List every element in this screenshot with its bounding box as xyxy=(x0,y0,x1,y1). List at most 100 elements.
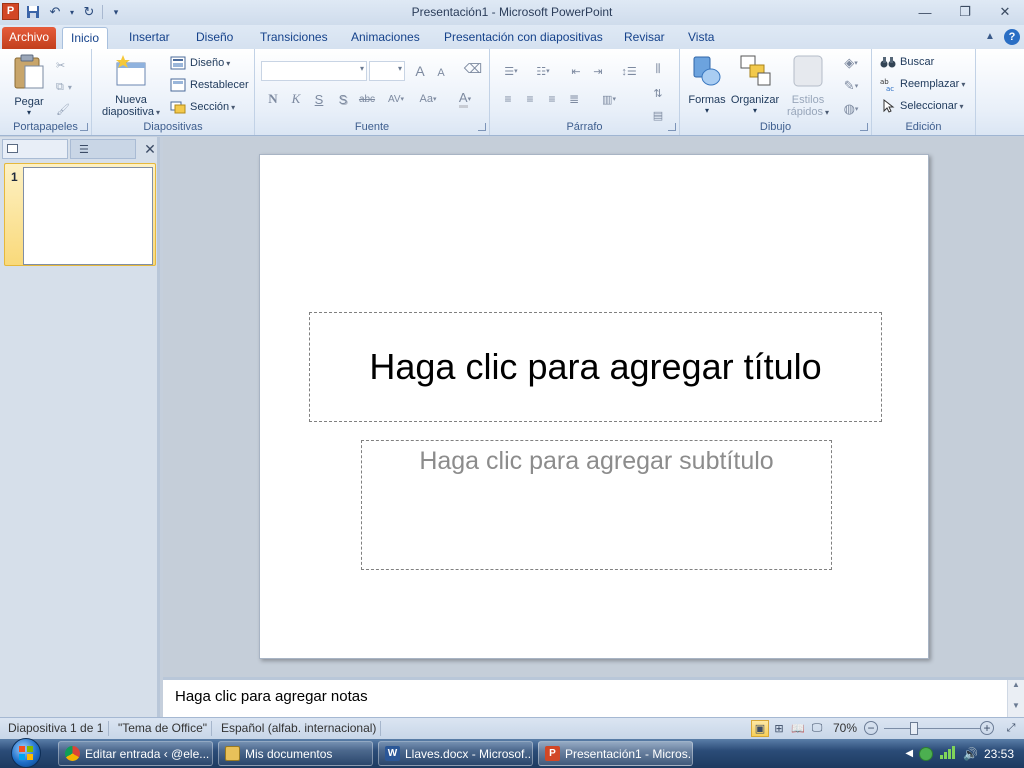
clipboard-launcher-icon[interactable] xyxy=(80,123,88,131)
tab-slideshow[interactable]: Presentación con diapositivas xyxy=(436,27,611,49)
format-painter-icon[interactable]: 🖌 xyxy=(56,99,70,119)
font-color-icon[interactable]: A ▾ xyxy=(453,89,477,109)
font-name-combo[interactable]: ▾ xyxy=(261,61,367,81)
text-shadow-icon[interactable]: S xyxy=(333,89,353,109)
font-group-label: Fuente xyxy=(354,121,390,133)
start-button[interactable] xyxy=(6,738,46,768)
taskbar-item-chrome[interactable]: Editar entrada ‹ @ele... xyxy=(58,741,213,766)
shape-effects-icon[interactable]: ◍ ▾ xyxy=(836,99,866,119)
justify-icon[interactable]: ≣ xyxy=(564,89,584,109)
cut-icon[interactable]: ✂ xyxy=(56,55,65,75)
quick-styles-button[interactable]: Estilos rápidos xyxy=(782,53,834,118)
tab-home[interactable]: Inicio xyxy=(62,27,109,49)
numbering-icon[interactable]: ☷ ▾ xyxy=(530,61,556,81)
network-icon[interactable] xyxy=(919,746,934,761)
tab-animations[interactable]: Animaciones xyxy=(343,27,428,49)
tab-slides-thumbnails[interactable] xyxy=(2,139,68,159)
tab-design[interactable]: Diseño xyxy=(188,27,241,49)
scroll-down-icon[interactable]: ▼ xyxy=(1008,701,1024,710)
taskbar-item-word[interactable]: W Llaves.docx - Microsof... xyxy=(378,741,533,766)
notes-scrollbar[interactable]: ▲ ▼ xyxy=(1007,680,1024,717)
zoom-slider-track[interactable] xyxy=(884,728,980,729)
section-button[interactable]: Sección xyxy=(170,97,235,117)
select-button[interactable]: Seleccionar xyxy=(880,96,964,116)
clock[interactable]: 23:53 xyxy=(984,747,1014,761)
arrange-button[interactable]: Organizar ▾ xyxy=(728,53,782,115)
zoom-slider-thumb[interactable] xyxy=(910,722,918,735)
language-status[interactable]: Español (alfab. internacional) xyxy=(221,721,376,735)
tab-insert[interactable]: Insertar xyxy=(121,27,178,49)
scroll-up-icon[interactable]: ▲ xyxy=(1008,680,1024,689)
subtitle-placeholder[interactable]: Haga clic para agregar subtítulo xyxy=(361,440,832,570)
help-icon[interactable]: ? xyxy=(1004,29,1020,45)
shrink-font-icon[interactable]: A xyxy=(431,63,451,83)
bold-icon[interactable]: N xyxy=(263,89,283,109)
replace-button[interactable]: ab ac Reemplazar xyxy=(880,74,965,94)
notes-placeholder[interactable]: Haga clic para agregar notas xyxy=(175,688,368,705)
fit-slide-icon[interactable]: ⤢ xyxy=(1002,720,1020,737)
slide-sorter-icon[interactable]: ⊞ xyxy=(770,720,788,737)
notes-pane[interactable]: Haga clic para agregar notas ▲ ▼ xyxy=(163,677,1024,717)
reading-view-icon[interactable]: 📖 xyxy=(789,720,807,737)
align-center-icon[interactable]: ≡ xyxy=(520,89,540,109)
signal-icon[interactable] xyxy=(939,745,957,762)
window-title: Presentación1 - Microsoft PowerPoint xyxy=(411,5,613,19)
windows-taskbar: Editar entrada ‹ @ele... Mis documentos … xyxy=(0,738,1024,768)
paste-dropdown-icon[interactable]: ▾ xyxy=(6,108,52,117)
tab-transitions[interactable]: Transiciones xyxy=(252,27,336,49)
paragraph-launcher-icon[interactable] xyxy=(668,123,676,131)
character-spacing-icon[interactable]: AV ▾ xyxy=(383,89,409,109)
underline-icon[interactable]: S xyxy=(309,89,329,109)
italic-icon[interactable]: K xyxy=(286,89,306,109)
title-placeholder[interactable]: Haga clic para agregar título xyxy=(309,312,882,422)
volume-icon[interactable]: 🔊 xyxy=(963,747,978,761)
decrease-indent-icon[interactable]: ⇤ xyxy=(566,61,586,81)
shape-fill-icon[interactable]: ◈ ▾ xyxy=(836,53,866,73)
tab-view[interactable]: Vista xyxy=(680,27,722,49)
close-button[interactable]: ✕ xyxy=(992,2,1018,22)
line-spacing-icon[interactable]: ↕☰ xyxy=(616,61,642,81)
restore-button[interactable]: ❐ xyxy=(952,2,978,22)
columns-icon[interactable]: ⫼ xyxy=(648,59,668,79)
slide-thumbnail[interactable] xyxy=(23,167,153,265)
grow-font-icon[interactable]: A xyxy=(410,61,430,81)
zoom-in-icon[interactable]: + xyxy=(980,721,994,735)
minimize-ribbon-icon[interactable]: ▲ xyxy=(982,29,998,45)
align-right-icon[interactable]: ≡ xyxy=(542,89,562,109)
find-button[interactable]: Buscar xyxy=(880,52,934,72)
change-case-icon[interactable]: Aa ▾ xyxy=(415,89,441,109)
normal-view-icon[interactable]: ▣ xyxy=(751,720,769,737)
align-left-icon[interactable]: ≡ xyxy=(498,89,518,109)
layout-icon xyxy=(170,56,186,70)
bullets-icon[interactable]: ☰ ▾ xyxy=(498,61,524,81)
font-launcher-icon[interactable] xyxy=(478,123,486,131)
minimize-button[interactable]: — xyxy=(912,2,938,22)
text-direction-icon[interactable]: ⇅ xyxy=(648,83,668,103)
tab-review[interactable]: Revisar xyxy=(616,27,673,49)
paste-button[interactable]: Pegar ▾ xyxy=(6,53,52,117)
tab-outline[interactable]: ☰ xyxy=(70,139,136,159)
font-size-combo[interactable]: ▾ xyxy=(369,61,405,81)
drawing-launcher-icon[interactable] xyxy=(860,123,868,131)
show-hidden-icons-icon[interactable]: ◀ xyxy=(905,748,913,759)
tab-file[interactable]: Archivo xyxy=(2,27,56,49)
increase-indent-icon[interactable]: ⇥ xyxy=(588,61,608,81)
slideshow-view-icon[interactable]: 🖵 xyxy=(808,720,826,737)
reset-button[interactable]: Restablecer xyxy=(170,75,249,95)
slide-canvas[interactable]: Haga clic para agregar título Haga clic … xyxy=(259,154,929,659)
taskbar-item-powerpoint[interactable]: P Presentación1 - Micros... xyxy=(538,741,693,766)
shape-outline-icon[interactable]: ✎ ▾ xyxy=(836,76,866,96)
zoom-level[interactable]: 70% xyxy=(833,721,857,735)
slides-group: Nueva diapositiva Diseño Restablecer Sec… xyxy=(92,49,255,135)
zoom-out-icon[interactable]: − xyxy=(864,721,878,735)
taskbar-item-explorer[interactable]: Mis documentos xyxy=(218,741,373,766)
new-slide-button[interactable]: Nueva diapositiva xyxy=(98,53,164,118)
layout-button[interactable]: Diseño xyxy=(170,53,230,73)
close-pane-icon[interactable]: ✕ xyxy=(142,141,158,157)
copy-icon[interactable]: ⧉ ▾ xyxy=(56,77,72,97)
columns-split-icon[interactable]: ▥ ▾ xyxy=(596,89,622,109)
slide-thumbnail-selected[interactable]: 1 xyxy=(4,163,156,266)
strikethrough-icon[interactable]: abc xyxy=(357,89,377,109)
clear-formatting-icon[interactable]: ⌫ xyxy=(463,59,483,79)
shapes-button[interactable]: Formas ▾ xyxy=(684,53,730,115)
